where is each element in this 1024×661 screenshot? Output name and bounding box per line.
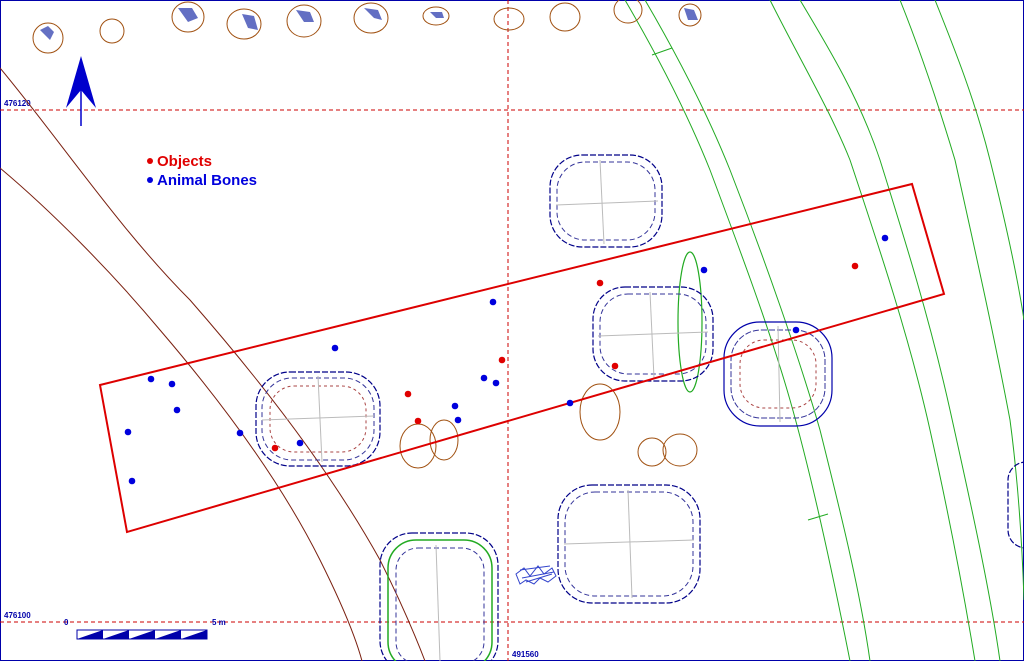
- object-find-marker: [851, 262, 859, 270]
- animal-bone-find-marker: [236, 429, 244, 437]
- animal-bone-find-marker: [700, 266, 708, 274]
- animal-bone-find-marker: [147, 375, 155, 383]
- animal-bone-find-marker: [331, 344, 339, 352]
- scale-label-end: 5 m: [212, 618, 226, 627]
- animal-bone-find-marker: [296, 439, 304, 447]
- excavation-map: 476120 476100 491560 Objects Animal Bone…: [0, 0, 1024, 661]
- legend-label-animal-bones: Animal Bones: [157, 172, 257, 189]
- object-find-marker: [414, 417, 422, 425]
- animal-bone-find-marker: [451, 402, 459, 410]
- legend-label-objects: Objects: [157, 153, 212, 170]
- object-find-marker: [271, 444, 279, 452]
- legend-dot-animal-bones: [147, 177, 153, 183]
- animal-bone-find-marker: [454, 416, 462, 424]
- animal-bone-find-marker: [168, 380, 176, 388]
- legend-dot-objects: [147, 158, 153, 164]
- map-frame: [0, 0, 1024, 661]
- animal-bone-find-marker: [489, 298, 497, 306]
- animal-bone-find-marker: [492, 379, 500, 387]
- coord-label-491560: 491560: [512, 650, 539, 659]
- animal-bone-find-marker: [480, 374, 488, 382]
- coord-label-476100: 476100: [4, 611, 31, 620]
- animal-bone-find-marker: [566, 399, 574, 407]
- animal-bone-find-marker: [128, 477, 136, 485]
- object-find-marker: [498, 356, 506, 364]
- animal-bone-find-marker: [173, 406, 181, 414]
- object-find-marker: [596, 279, 604, 287]
- animal-bone-find-marker: [881, 234, 889, 242]
- object-find-marker: [611, 362, 619, 370]
- object-find-marker: [404, 390, 412, 398]
- animal-bone-find-marker: [792, 326, 800, 334]
- scale-label-start: 0: [64, 618, 69, 627]
- coord-label-476120: 476120: [4, 99, 31, 108]
- animal-bone-find-marker: [124, 428, 132, 436]
